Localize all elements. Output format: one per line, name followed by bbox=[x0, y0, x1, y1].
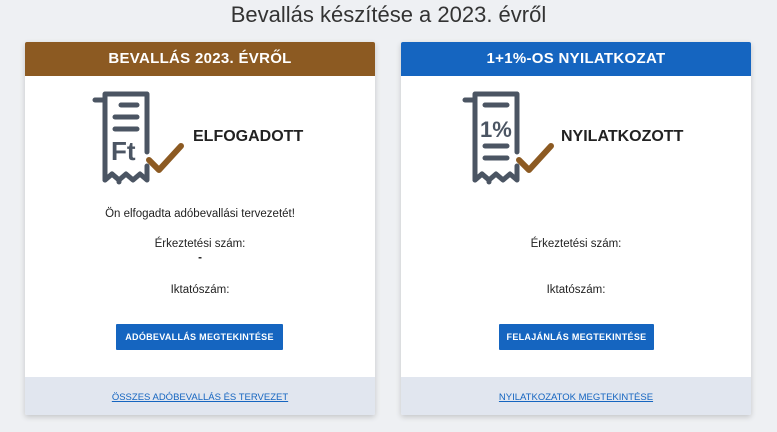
percent-document-check-icon: 1% bbox=[462, 91, 554, 185]
all-tax-returns-link[interactable]: ÖSSZES ADÓBEVALLÁS ÉS TERVEZET bbox=[112, 392, 288, 403]
donation-footer: NYILATKOZATOK MEGTEKINTÉSE bbox=[401, 377, 751, 415]
percent-icon-glyph: 1% bbox=[480, 117, 512, 142]
tax-registration-value: - bbox=[198, 252, 202, 264]
page-title: Bevallás készítése a 2023. évről bbox=[230, 2, 547, 27]
tax-return-card: BEVALLÁS 2023. ÉVRŐL Ft ELFOGADOTT Ön el… bbox=[25, 42, 375, 415]
donation-status: NYILATKOZOTT bbox=[561, 128, 684, 145]
donation-hero: 1% NYILATKOZOTT bbox=[401, 90, 751, 190]
tax-registration-label: Érkeztetési szám: bbox=[154, 238, 246, 250]
donation-registration-label: Érkeztetési szám: bbox=[530, 238, 622, 250]
donation-card: 1+1%-OS NYILATKOZAT 1% NYILATKOZOTT Érke… bbox=[401, 42, 751, 415]
view-declarations-link[interactable]: NYILATKOZATOK MEGTEKINTÉSE bbox=[499, 392, 653, 403]
tax-return-status: ELFOGADOTT bbox=[193, 128, 304, 145]
tax-filing-label: Iktatószám: bbox=[170, 284, 230, 296]
tax-icon-glyph: Ft bbox=[111, 136, 136, 166]
donation-card-header: 1+1%-OS NYILATKOZAT bbox=[401, 42, 751, 76]
tax-return-card-header: BEVALLÁS 2023. ÉVRŐL bbox=[25, 42, 375, 76]
tax-return-hero: Ft ELFOGADOTT bbox=[25, 90, 375, 190]
tax-document-check-icon: Ft bbox=[92, 91, 184, 185]
view-donation-button[interactable]: FELAJÁNLÁS MEGTEKINTÉSE bbox=[499, 324, 654, 350]
tax-return-footer: ÖSSZES ADÓBEVALLÁS ÉS TERVEZET bbox=[25, 377, 375, 415]
donation-filing-label: Iktatószám: bbox=[546, 284, 606, 296]
tax-return-message: Ön elfogadta adóbevallási tervezetét! bbox=[105, 208, 295, 220]
view-tax-return-button[interactable]: ADÓBEVALLÁS MEGTEKINTÉSE bbox=[116, 324, 283, 350]
